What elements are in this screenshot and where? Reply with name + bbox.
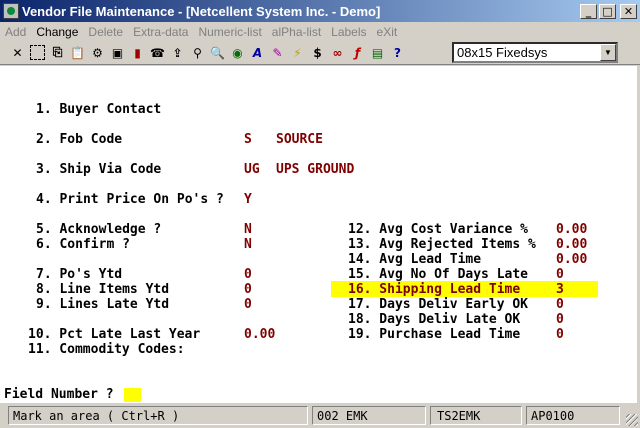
font-select-value: 08x15 Fixedsys — [457, 45, 548, 60]
field-1-label: 1. Buyer Contact — [36, 102, 162, 117]
field-number-input[interactable] — [124, 388, 141, 402]
menu-change[interactable]: Change — [31, 25, 83, 39]
field-6-label: 6. Confirm ? — [36, 237, 130, 252]
status-terminal: TS2EMK — [430, 406, 522, 425]
field-16-label: 16. Shipping Lead Time — [348, 282, 521, 297]
field-13-label: 13. Avg Rejected Items % — [348, 237, 536, 252]
field-15-label: 15. Avg No Of Days Late — [348, 267, 529, 282]
field-8-label: 8. Line Items Ytd — [36, 282, 170, 297]
menu-add[interactable]: Add — [0, 25, 31, 39]
field-10-label: 10. Pct Late Last Year — [28, 327, 201, 342]
menu-extra-data[interactable]: Extra-data — [128, 25, 193, 39]
window-icon[interactable]: ▣ — [108, 43, 127, 62]
database-icon[interactable]: ▮ — [128, 43, 147, 62]
contacts-icon[interactable]: ☎ — [148, 43, 167, 62]
select-area-icon[interactable] — [30, 45, 45, 60]
font-icon[interactable]: A — [248, 43, 267, 62]
prompt-line: Field Number ? — [0, 386, 637, 403]
cancel-icon[interactable]: ✕ — [8, 43, 27, 62]
menu-delete[interactable]: Delete — [83, 25, 128, 39]
app-icon[interactable] — [3, 3, 19, 19]
field-17-value: 0 — [556, 297, 564, 312]
status-company: 002 EMK — [312, 406, 426, 425]
field-15-value: 0 — [556, 267, 564, 282]
title-bar: Vendor File Maintenance - [Netcellent Sy… — [0, 0, 640, 22]
field-2-desc: SOURCE — [276, 132, 323, 147]
prompt-label: Field Number ? — [4, 387, 114, 402]
field-17-label: 17. Days Deliv Early OK — [348, 297, 529, 312]
link-icon[interactable]: ∞ — [328, 43, 347, 62]
menu-numeric-list[interactable]: Numeric-list — [193, 25, 266, 39]
minimize-button[interactable]: _ — [580, 3, 597, 19]
status-bar: Mark an area ( Ctrl+R ) 002 EMK TS2EMK A… — [0, 403, 640, 428]
calculator-icon[interactable]: ▤ — [368, 43, 387, 62]
field-14-value: 0.00 — [556, 252, 588, 267]
field-9-value: 0 — [244, 297, 252, 312]
field-14-label: 14. Avg Lead Time — [348, 252, 482, 267]
help-icon[interactable]: ? — [388, 43, 407, 62]
copy-icon[interactable]: ⎘ — [48, 43, 67, 62]
zoom-icon[interactable]: 🔍 — [208, 43, 227, 62]
field-19-label: 19. Purchase Lead Time — [348, 327, 521, 342]
menu-alpha-list[interactable]: alPha-list — [267, 25, 326, 39]
field-19-value: 0 — [556, 327, 564, 342]
field-13-value: 0.00 — [556, 237, 588, 252]
field-7-label: 7. Po's Ytd — [36, 267, 123, 282]
toolbar: ✕ ⎘ 📋 ⚙ ▣ ▮ ☎ ⇪ ⚲ 🔍 ◉ A ✎ ⚡ $ ∞ ƒ ▤ ? 08… — [0, 41, 640, 65]
field-11-label: 11. Commodity Codes: — [28, 342, 185, 357]
field-18-value: 0 — [556, 312, 564, 327]
field-12-label: 12. Avg Cost Variance % — [348, 222, 529, 237]
field-8-value: 0 — [244, 282, 252, 297]
field-16-value: 3 — [556, 282, 564, 297]
paste-icon[interactable]: 📋 — [68, 43, 87, 62]
menu-labels[interactable]: Labels — [326, 25, 371, 39]
field-4-label: 4. Print Price On Po's ? — [36, 192, 224, 207]
maximize-button[interactable]: □ — [599, 3, 616, 19]
find-icon[interactable]: ⚲ — [188, 43, 207, 62]
field-7-value: 0 — [244, 267, 252, 282]
field-2-label: 2. Fob Code — [36, 132, 123, 147]
chevron-down-icon[interactable]: ▼ — [600, 44, 616, 61]
function-icon[interactable]: ƒ — [348, 43, 367, 62]
field-18-label: 18. Days Deliv Late OK — [348, 312, 521, 327]
status-program: AP0100 — [526, 406, 620, 425]
status-message: Mark an area ( Ctrl+R ) — [8, 406, 308, 425]
lightning-icon[interactable]: ⚡ — [288, 43, 307, 62]
currency-icon[interactable]: $ — [308, 43, 327, 62]
field-2-code: S — [244, 132, 252, 147]
field-4-value: Y — [244, 192, 252, 207]
settings-icon[interactable]: ⚙ — [88, 43, 107, 62]
field-6-value: N — [244, 237, 252, 252]
field-12-value: 0.00 — [556, 222, 588, 237]
menu-bar: Add Change Delete Extra-data Numeric-lis… — [0, 22, 640, 41]
font-select[interactable]: 08x15 Fixedsys ▼ — [452, 42, 618, 63]
field-10-value: 0.00 — [244, 327, 276, 342]
menu-exit[interactable]: eXit — [372, 25, 403, 39]
terminal-screen: 1. Buyer Contact 2. Fob Code S SOURCE 3.… — [0, 66, 637, 386]
field-3-label: 3. Ship Via Code — [36, 162, 162, 177]
field-3-code: UG — [244, 162, 260, 177]
resize-grip-icon[interactable] — [626, 414, 638, 426]
export-icon[interactable]: ⇪ — [168, 43, 187, 62]
field-5-label: 5. Acknowledge ? — [36, 222, 162, 237]
web-icon[interactable]: ◉ — [228, 43, 247, 62]
window-title: Vendor File Maintenance - [Netcellent Sy… — [22, 3, 381, 19]
close-button[interactable]: ✕ — [620, 3, 637, 19]
field-9-label: 9. Lines Late Ytd — [36, 297, 170, 312]
field-3-desc: UPS GROUND — [276, 162, 355, 177]
color-icon[interactable]: ✎ — [268, 43, 287, 62]
field-5-value: N — [244, 222, 252, 237]
